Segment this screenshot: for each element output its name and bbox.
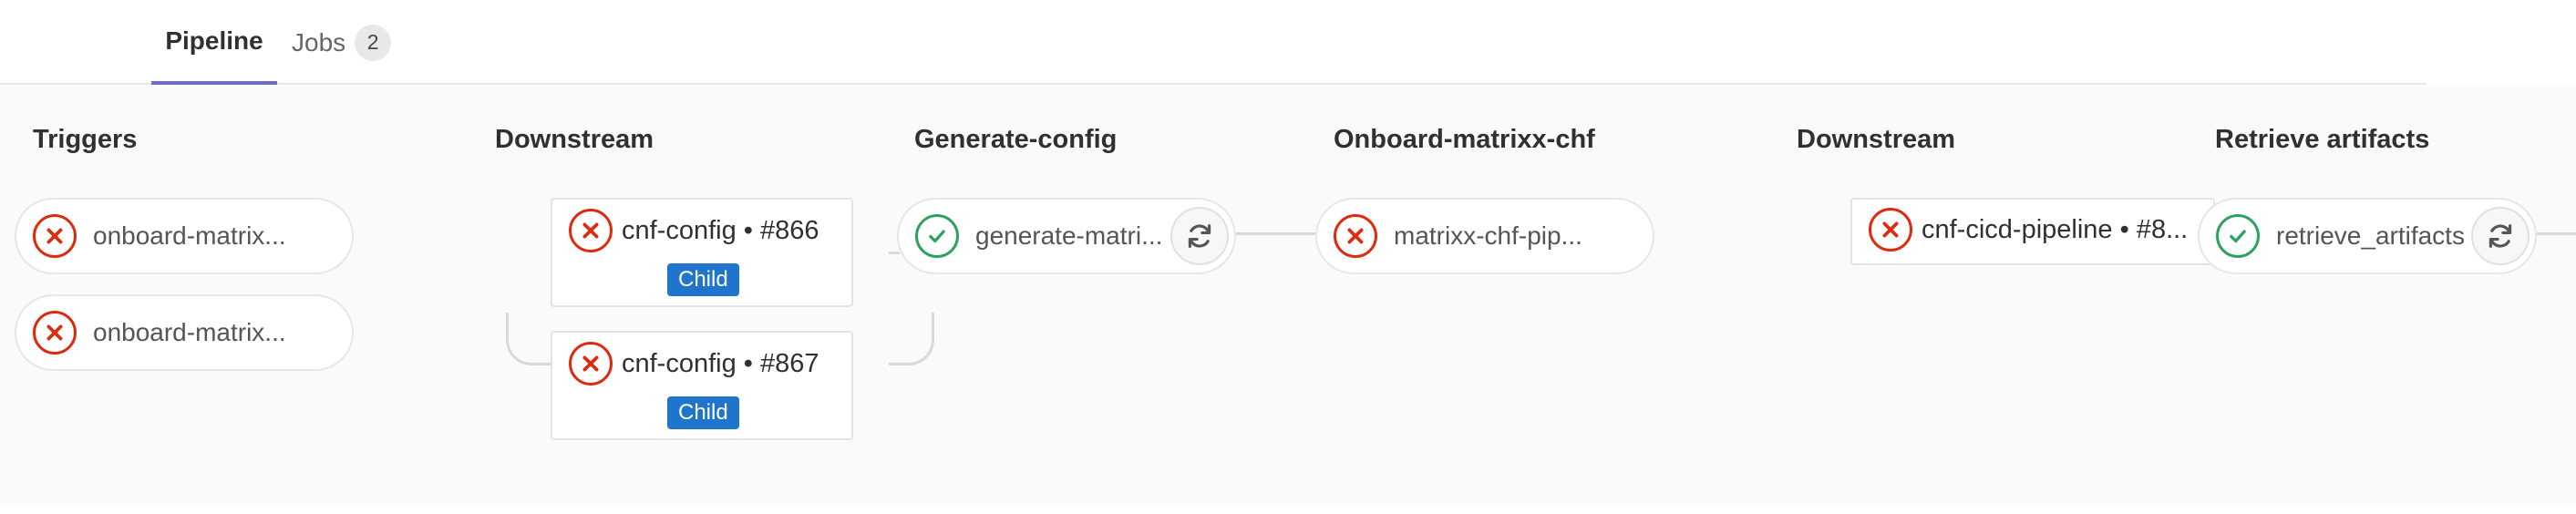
column-title-downstream: Downstream (495, 125, 654, 154)
downstream-card-cicd-label: cnf-cicd-pipeline • #8... (1922, 214, 2189, 244)
jobs-count-badge: 2 (355, 24, 392, 61)
trigger-job-1-label: onboard-matrix... (93, 221, 286, 250)
failed-status-icon (33, 214, 77, 258)
tab-jobs[interactable]: Jobs 2 (292, 0, 392, 85)
child-badge: Child (667, 396, 739, 429)
downstream-card-867[interactable]: cnf-config • #867 Child (551, 331, 853, 440)
failed-status-icon (1334, 214, 1377, 258)
generate-config-job-label: generate-matri... (975, 221, 1163, 250)
column-title-triggers: Triggers (33, 125, 138, 154)
column-title-onboard: Onboard-matrixx-chf (1334, 125, 1595, 154)
tab-pipeline[interactable]: Pipeline (151, 0, 277, 85)
success-status-icon (915, 214, 959, 258)
downstream-card-866-label: cnf-config • #866 (622, 215, 819, 245)
onboard-job[interactable]: matrixx-chf-pip... (1315, 198, 1654, 274)
retry-button[interactable] (1170, 207, 1229, 265)
pipeline-tabs: Pipeline Jobs 2 (0, 0, 2427, 85)
tab-pipeline-label: Pipeline (165, 26, 263, 55)
retrieve-artifacts-job[interactable]: retrieve_artifacts (2198, 198, 2537, 274)
connector-retrieve-next (2534, 232, 2576, 235)
failed-status-icon (569, 209, 613, 252)
downstream-card-867-label: cnf-config • #867 (622, 348, 819, 378)
trigger-job-2-label: onboard-matrix... (93, 318, 286, 346)
column-title-retrieve-artifacts: Retrieve artifacts (2215, 125, 2430, 154)
connector-generate-onboard (1234, 232, 1318, 235)
column-title-downstream-2: Downstream (1797, 125, 1956, 154)
downstream-card-866[interactable]: cnf-config • #866 Child (551, 198, 853, 307)
pipeline-graph: Triggers Downstream Generate-config Onbo… (0, 87, 2576, 504)
child-badge: Child (667, 263, 739, 296)
retry-icon (1188, 224, 1211, 248)
trigger-job-2[interactable]: onboard-matrix... (15, 294, 354, 371)
connector-downstream-left (506, 313, 556, 365)
onboard-job-label: matrixx-chf-pip... (1394, 221, 1582, 250)
trigger-job-1[interactable]: onboard-matrix... (15, 198, 354, 274)
retry-button[interactable] (2471, 207, 2530, 265)
success-status-icon (2216, 214, 2260, 258)
generate-config-job[interactable]: generate-matri... (897, 198, 1236, 274)
tab-jobs-label: Jobs (292, 27, 346, 57)
connector-to-generate (889, 252, 900, 254)
failed-status-icon (1869, 208, 1912, 252)
failed-status-icon (33, 311, 77, 355)
retrieve-artifacts-job-label: retrieve_artifacts (2276, 221, 2465, 250)
downstream-card-cicd[interactable]: cnf-cicd-pipeline • #8... (1850, 198, 2215, 265)
column-title-generate-config: Generate-config (914, 125, 1118, 154)
retry-icon (2488, 224, 2512, 248)
failed-status-icon (569, 342, 613, 386)
connector-downstream-right (889, 313, 934, 365)
